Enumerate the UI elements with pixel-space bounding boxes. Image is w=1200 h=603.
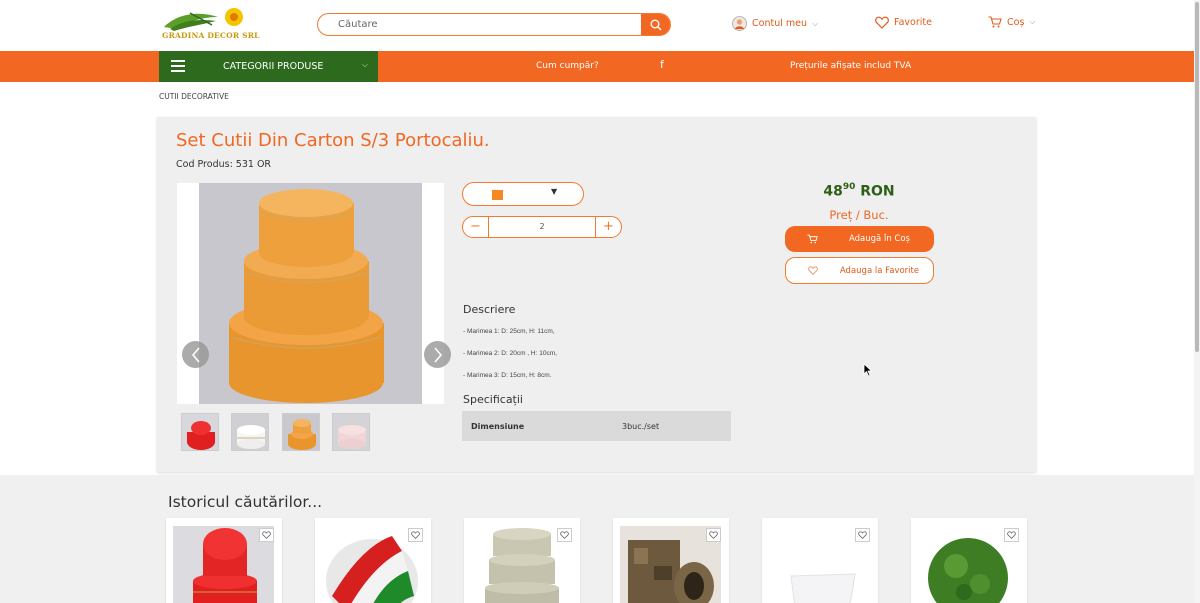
hamburger-icon [171, 60, 185, 72]
categories-label: CATEGORII PRODUSE [223, 61, 324, 72]
heart-icon[interactable] [408, 528, 423, 542]
color-swatch-orange [492, 190, 503, 200]
site-logo[interactable]: GRADINA DECOR SRL [160, 7, 259, 43]
orange-boxes-image [199, 183, 422, 404]
chevron-down-icon: ⌵ [812, 18, 819, 28]
facebook-icon[interactable]: f [660, 58, 664, 71]
product-title: Set Cutii Din Carton S/3 Portocaliu. [176, 130, 490, 151]
chevron-right-icon [433, 347, 442, 362]
price-unit: Preț / Buc. [829, 208, 889, 222]
cart-icon [807, 234, 818, 244]
chevron-down-icon: ⌵ [1029, 17, 1036, 26]
account-label: Contul meu [752, 18, 807, 29]
user-avatar-icon [732, 16, 747, 31]
history-product-card[interactable] [613, 518, 729, 603]
search-history-section: Istoricul căutărilor... [0, 475, 1194, 603]
search-box [317, 13, 671, 36]
vat-notice: Prețurile afișate includ TVA [790, 61, 912, 71]
thumbnail-pink[interactable] [332, 413, 370, 451]
heart-icon[interactable] [1004, 528, 1019, 542]
product-main-image[interactable] [199, 183, 422, 404]
product-price: 4890 RON [785, 182, 933, 200]
gallery-next-button[interactable] [424, 341, 451, 368]
account-menu[interactable]: Contul meu ⌵ [732, 16, 818, 31]
specifications-heading: Specificații [463, 393, 523, 406]
history-product-card[interactable] [464, 518, 580, 603]
thumbnail-orange[interactable] [282, 413, 320, 451]
scrollbar-thumb[interactable] [1195, 2, 1199, 352]
history-product-card[interactable] [911, 518, 1027, 603]
quantity-decrease-button[interactable]: − [463, 217, 489, 237]
add-to-favorites-button[interactable]: Adauga la Favorite [785, 257, 934, 284]
cart-label: Coș [1007, 16, 1025, 28]
description-line: - Marimea 2: D: 20cm , H: 10cm, [463, 350, 557, 357]
breadcrumb[interactable]: CUTII DECORATIVE [159, 92, 229, 101]
quantity-increase-button[interactable]: + [595, 217, 621, 237]
description-heading: Descriere [463, 303, 516, 316]
price-cents: 90 [842, 182, 856, 192]
description-line: - Marimea 3: D: 15cm, H: 8cm. [463, 372, 552, 379]
caret-down-icon: ▼ [551, 187, 558, 196]
add-to-favorites-label: Adauga la Favorite [839, 266, 920, 276]
spec-row: Dimensiune 3buc./set [462, 411, 731, 441]
history-product-card[interactable] [762, 518, 878, 603]
search-button[interactable] [641, 14, 670, 35]
gallery-prev-button[interactable] [182, 341, 209, 368]
price-currency: RON [860, 183, 895, 200]
main-nav: CATEGORII PRODUSE ⌵ Cum cumpăr? f Prețur… [0, 51, 1194, 82]
mouse-cursor-icon [863, 363, 873, 377]
page-scrollbar[interactable] [1194, 0, 1200, 603]
chevron-down-icon: ⌵ [361, 60, 368, 69]
quantity-input[interactable]: 2 [489, 217, 595, 237]
heart-icon[interactable] [706, 528, 721, 542]
top-header: GRADINA DECOR SRL Contul meu ⌵ Favorite [0, 0, 1200, 50]
product-card: Set Cutii Din Carton S/3 Portocaliu. Cod… [157, 117, 1036, 472]
search-history-title: Istoricul căutărilor... [168, 493, 323, 511]
thumbnail-white[interactable] [231, 413, 269, 451]
price-main: 48 [823, 183, 843, 200]
product-gallery [177, 183, 451, 404]
history-product-card[interactable] [315, 518, 431, 603]
product-code: Cod Produs: 531 OR [176, 159, 272, 170]
color-select[interactable]: ▼ [462, 182, 584, 206]
how-to-buy-link[interactable]: Cum cumpăr? [536, 61, 599, 71]
description-line: - Marimea 1: D: 25cm, H: 11cm, [463, 328, 555, 335]
chevron-left-icon [191, 347, 200, 362]
categories-dropdown[interactable]: CATEGORII PRODUSE ⌵ [159, 51, 378, 82]
favorites-link[interactable]: Favorite [875, 16, 932, 29]
heart-icon [875, 16, 889, 29]
thumbnail-red[interactable] [181, 413, 219, 451]
quantity-stepper: − 2 + [462, 216, 622, 238]
heart-icon[interactable] [855, 528, 870, 542]
spec-value: 3buc./set [622, 422, 660, 431]
favorites-label: Favorite [894, 17, 932, 28]
add-to-cart-label: Adaugă în Coș [849, 234, 910, 244]
cart-icon [988, 16, 1002, 28]
spec-key: Dimensiune [471, 422, 525, 431]
heart-icon[interactable] [259, 528, 274, 542]
history-product-card[interactable] [166, 518, 282, 603]
heart-icon [808, 266, 818, 275]
search-input[interactable] [318, 14, 642, 35]
search-icon [650, 19, 662, 31]
logo-text: GRADINA DECOR SRL [162, 31, 260, 40]
cart-link[interactable]: Coș ⌵ [988, 16, 1035, 28]
add-to-cart-button[interactable]: Adaugă în Coș [785, 226, 934, 252]
heart-icon[interactable] [557, 528, 572, 542]
